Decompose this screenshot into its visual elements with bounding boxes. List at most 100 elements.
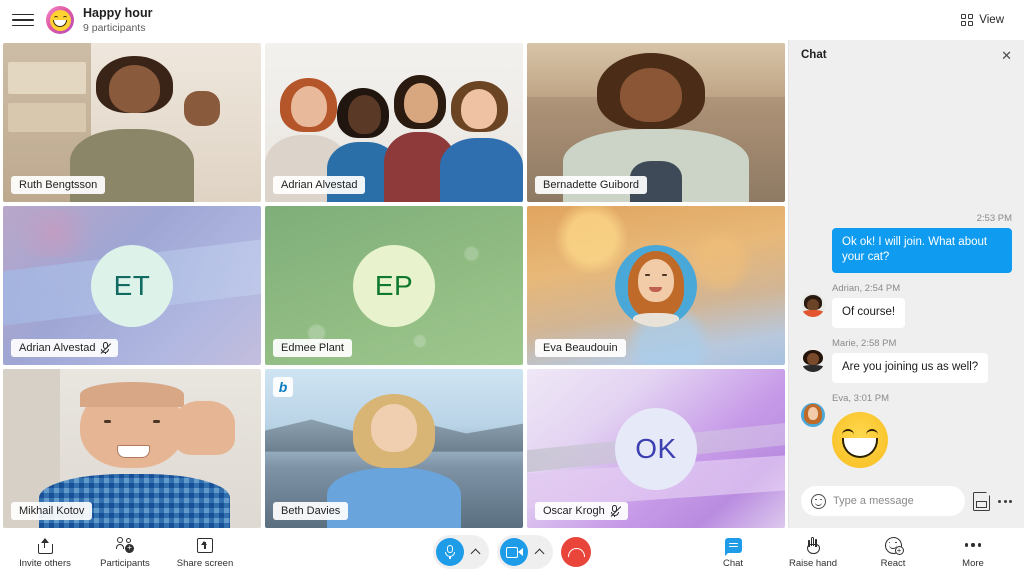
message-meta: Eva, 3:01 PM <box>832 393 890 404</box>
video-stage: Ruth Bengtsson Adrian Alvestad Bernadett… <box>0 40 788 528</box>
participant-name: Mikhail Kotov <box>19 505 85 517</box>
initials-avatar: OK <box>615 407 697 490</box>
avatar <box>801 403 825 427</box>
grinning-face-emoji <box>832 412 888 468</box>
avatar <box>801 293 825 318</box>
react-label: React <box>880 557 906 569</box>
message-bubble: Of course! <box>832 298 906 329</box>
chat-message: Adrian, 2:54 PM Of course! <box>801 283 1012 329</box>
camera-button[interactable] <box>500 538 528 566</box>
share-screen-icon <box>197 537 213 553</box>
meeting-window: Happy hour 9 participants View Ruth Beng… <box>0 0 1024 576</box>
camera-icon <box>505 546 523 558</box>
participant-name-chip: Ruth Bengtsson <box>11 176 106 194</box>
message-input[interactable]: Type a message <box>801 486 965 516</box>
participants-label: Participants <box>100 557 150 569</box>
mic-options-chevron[interactable] <box>464 538 486 566</box>
participant-name: Bernadette Guibord <box>543 179 640 191</box>
microphone-icon <box>445 544 456 560</box>
more-label: More <box>962 557 984 569</box>
chat-panel-title: Chat <box>801 49 827 61</box>
chat-panel: Chat ✕ 2:53 PM Ok ok! I will join. What … <box>788 40 1024 528</box>
video-tile[interactable]: Mikhail Kotov <box>3 369 261 528</box>
share-screen-label: Share screen <box>176 557 234 569</box>
chat-button-label: Chat <box>722 557 744 569</box>
participant-name-chip: Edmee Plant <box>273 339 352 357</box>
participant-name-chip: Beth Davies <box>273 502 349 520</box>
chat-bubble-icon <box>724 537 742 556</box>
chat-button[interactable]: Chat <box>706 536 760 569</box>
close-icon[interactable]: ✕ <box>1001 49 1012 62</box>
smiley-meeting-avatar <box>46 6 74 34</box>
initials-text: EP <box>374 269 414 301</box>
participant-name-chip: Mikhail Kotov <box>11 502 93 520</box>
share-screen-button[interactable]: Share screen <box>176 536 234 569</box>
participants-button[interactable]: + Participants <box>98 536 152 569</box>
main-area: Ruth Bengtsson Adrian Alvestad Bernadett… <box>0 40 1024 528</box>
hamburger-menu-icon[interactable] <box>12 9 34 31</box>
view-button-label: View <box>979 14 1004 26</box>
camera-options-chevron[interactable] <box>528 538 550 566</box>
meeting-title-block: Happy hour 9 participants <box>83 6 152 33</box>
video-tile[interactable]: Eva Beaudouin <box>527 206 785 365</box>
emoji-picker-icon[interactable] <box>811 493 826 509</box>
message-input-placeholder: Type a message <box>833 495 914 507</box>
video-tile[interactable]: Adrian Alvestad <box>265 43 523 202</box>
bottom-toolbar: Invite others + Participants Share scree… <box>0 528 1024 576</box>
chat-compose-bar: Type a message <box>789 478 1024 528</box>
initials-avatar: EP <box>353 244 435 327</box>
share-invite-icon <box>37 537 53 554</box>
participant-name-chip: Adrian Alvestad <box>273 176 366 194</box>
muted-mic-icon <box>100 342 112 354</box>
chat-message: 2:53 PM Ok ok! I will join. What about y… <box>801 213 1012 274</box>
raise-hand-button[interactable]: Raise hand <box>786 536 840 569</box>
participant-name: Edmee Plant <box>281 342 344 354</box>
video-tile[interactable]: b Beth Davies <box>265 369 523 528</box>
bing-logo-badge: b <box>273 377 293 397</box>
chat-panel-header: Chat ✕ <box>789 40 1024 70</box>
grid-view-icon <box>961 14 974 26</box>
participant-name-chip: Oscar Krogh <box>535 502 628 520</box>
initials-text: ET <box>113 269 151 301</box>
chat-message: Eva, 3:01 PM <box>801 393 1012 468</box>
react-button[interactable]: + React <box>866 536 920 569</box>
participant-name-chip: Bernadette Guibord <box>535 176 648 194</box>
toolbar-right-group: Chat Raise hand + React More <box>706 536 1024 569</box>
avatar <box>615 244 697 327</box>
participant-name-chip: Adrian Alvestad <box>11 339 119 357</box>
video-tile[interactable]: OK Oscar Krogh <box>527 369 785 528</box>
more-options-icon[interactable] <box>998 499 1012 503</box>
raise-hand-label: Raise hand <box>788 557 838 569</box>
app-header: Happy hour 9 participants View <box>0 0 1024 40</box>
avatar <box>801 348 825 373</box>
participant-name: Adrian Alvestad <box>19 342 96 354</box>
muted-mic-icon <box>610 505 622 517</box>
video-tile[interactable]: Bernadette Guibord <box>527 43 785 202</box>
video-tile[interactable]: EP Edmee Plant <box>265 206 523 365</box>
more-options-icon <box>964 543 982 547</box>
chat-message-list[interactable]: 2:53 PM Ok ok! I will join. What about y… <box>789 70 1024 478</box>
message-bubble: Are you joining us as well? <box>832 353 989 383</box>
mic-control-group <box>433 535 489 569</box>
chat-message: Marie, 2:58 PM Are you joining us as wel… <box>801 338 1012 383</box>
add-participants-icon: + <box>116 537 134 553</box>
page-title: Happy hour <box>83 6 153 21</box>
end-call-button[interactable] <box>561 537 591 567</box>
video-grid: Ruth Bengtsson Adrian Alvestad Bernadett… <box>3 40 785 528</box>
call-controls <box>433 535 591 569</box>
initials-avatar: ET <box>91 244 173 327</box>
camera-control-group <box>497 535 553 569</box>
toolbar-left-group: Invite others + Participants Share scree… <box>0 536 234 569</box>
more-button[interactable]: More <box>946 536 1000 569</box>
message-bubble: Ok ok! I will join. What about your cat? <box>832 227 1012 274</box>
view-button[interactable]: View <box>955 10 1010 30</box>
initials-text: OK <box>635 432 677 464</box>
raise-hand-icon <box>806 537 821 554</box>
participant-name: Oscar Krogh <box>543 505 605 517</box>
participant-name: Eva Beaudouin <box>543 342 618 354</box>
video-tile[interactable]: ET Adrian Alvestad <box>3 206 261 365</box>
video-tile[interactable]: Ruth Bengtsson <box>3 43 261 202</box>
invite-others-button[interactable]: Invite others <box>18 536 72 569</box>
attach-image-icon[interactable] <box>973 490 991 511</box>
microphone-button[interactable] <box>436 538 464 566</box>
